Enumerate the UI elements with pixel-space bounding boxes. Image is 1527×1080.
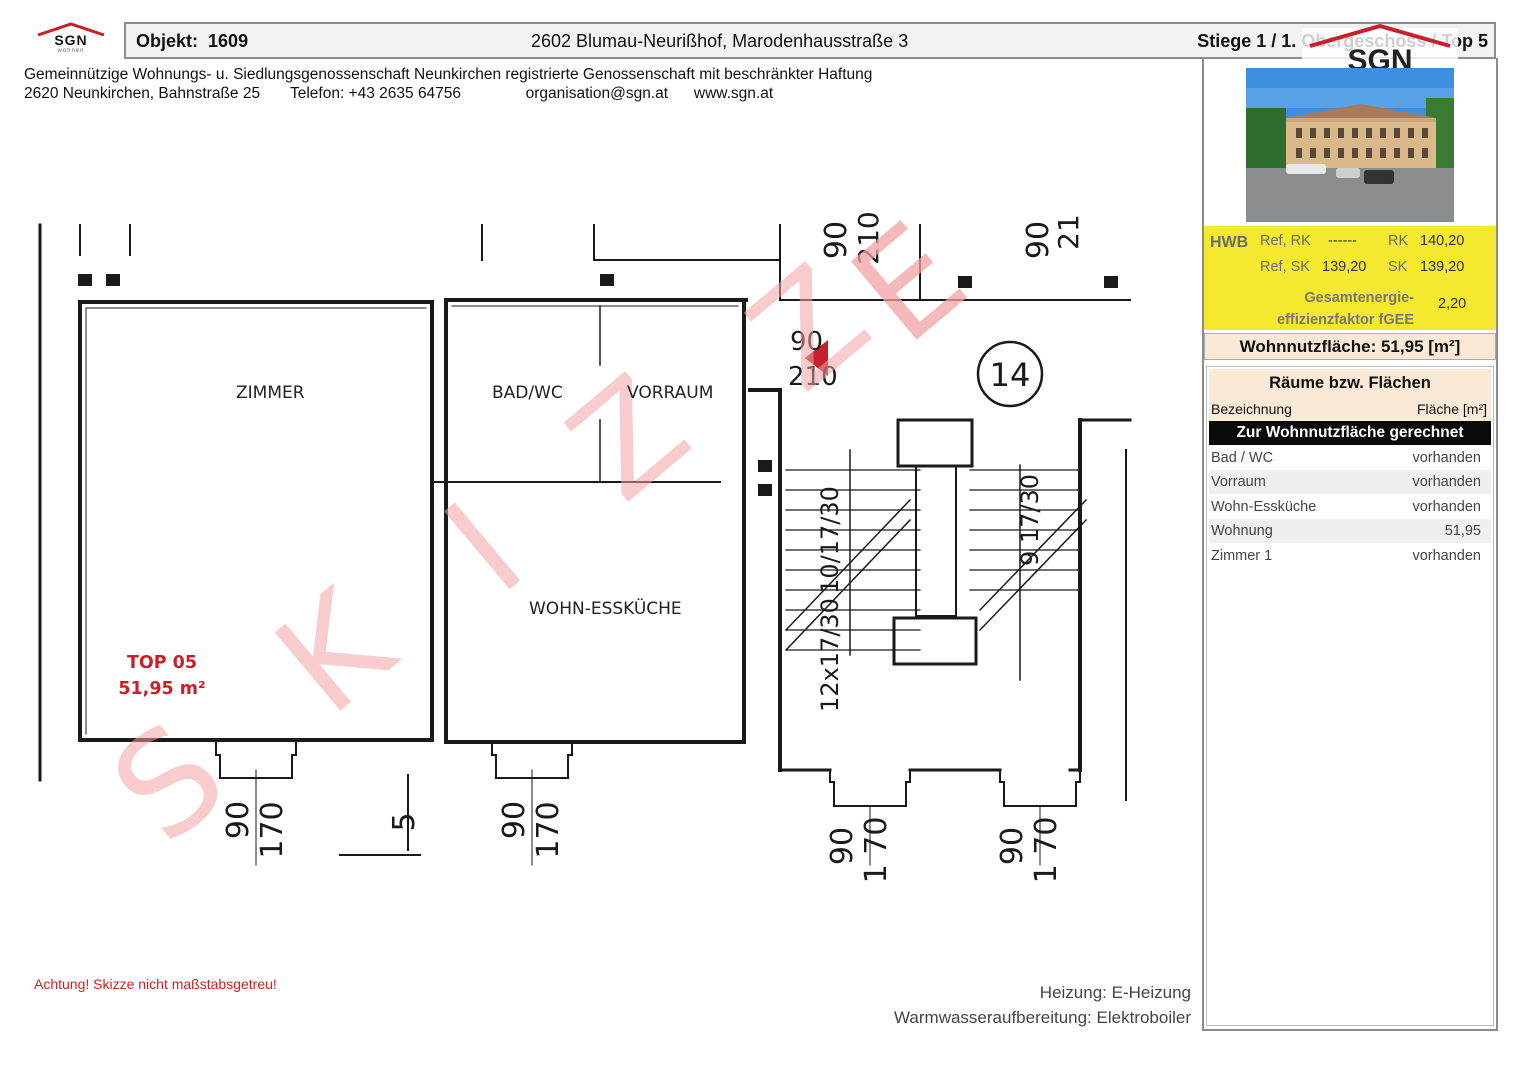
address: 2602 Blumau-Neurißhof, Marodenhausstraße… xyxy=(531,31,909,51)
rooms-table: Räume bzw. Flächen Bezeichnung Fläche [m… xyxy=(1206,366,1494,1026)
floor-plan-drawing: 14 90 210 90 21 90 210 10/17/30 12x17/30… xyxy=(38,193,1132,884)
label-zimmer: ZIMMER xyxy=(236,383,305,403)
room-value: vorhanden xyxy=(1412,474,1481,490)
fgee-value: 2,20 xyxy=(1438,296,1467,312)
scale-warning: Achtung! Skizze nicht maßstabsgetreu! xyxy=(34,976,277,992)
fgee-label-2: effizienzfaktor fGEE xyxy=(1277,312,1414,328)
rooms-header: Räume bzw. Flächen Bezeichnung Fläche [m… xyxy=(1209,369,1491,423)
hwb-label: HWB xyxy=(1210,234,1249,251)
table-row: Wohnung 51,95 xyxy=(1209,519,1491,543)
stair-left-2: 12x17/30 xyxy=(816,598,844,712)
label-top: TOP 05 xyxy=(126,653,198,673)
warmwater-info: Warmwasseraufbereitung: Elektroboiler xyxy=(894,1008,1191,1027)
room-value: 51,95 xyxy=(1444,523,1481,539)
room-name: Zimmer 1 xyxy=(1211,548,1273,564)
label-wohn: WOHN-ESSKÜCHE xyxy=(529,599,682,619)
floor-plan: 14 90 210 90 21 90 210 10/17/30 12x17/30… xyxy=(20,193,1140,890)
dim-win4-170: 1 70 xyxy=(1029,817,1064,884)
dim-win3-90: 90 xyxy=(825,827,860,865)
svg-text:Z: Z xyxy=(540,345,718,532)
room-name: Wohnung xyxy=(1211,523,1273,539)
stair-number: 14 xyxy=(990,356,1031,394)
building-photo xyxy=(1246,68,1454,222)
skizze-watermark: S K I Z Z E xyxy=(83,193,996,875)
objekt-label: Objekt: 1609 xyxy=(136,31,249,51)
fgee-label-1: Gesamtenergie- xyxy=(1304,290,1414,306)
col-flaeche: Fläche [m²] xyxy=(1416,401,1487,417)
label-vorraum: VORRAUM xyxy=(627,383,714,403)
table-row: Vorraum vorhanden xyxy=(1209,470,1491,494)
dim-win3-170: 1 70 xyxy=(859,817,894,884)
room-value: vorhanden xyxy=(1412,499,1481,515)
objekt-number: 1609 xyxy=(208,31,249,51)
room-name: Vorraum xyxy=(1211,474,1266,490)
ref-rk-label: Ref, RK xyxy=(1260,233,1311,249)
sk-value: 139,20 xyxy=(1420,259,1465,275)
rk-label: RK xyxy=(1388,233,1409,249)
coop-name: Gemeinnützige Wohnungs- u. Siedlungsgeno… xyxy=(24,66,873,83)
svg-text:K: K xyxy=(247,560,425,746)
sgn-logo-small: SGN wohnen xyxy=(36,22,106,58)
dim-win4-90: 90 xyxy=(995,827,1030,865)
table-row: Bad / WC vorhanden xyxy=(1209,446,1491,470)
stair-right: 9 17/30 xyxy=(1016,474,1044,566)
dim-top-21: 21 xyxy=(1052,214,1085,250)
room-name: Bad / WC xyxy=(1211,450,1274,466)
label-bad: BAD/WC xyxy=(492,383,563,403)
rooms-section-bar: Zur Wohnnutzfläche gerechnet xyxy=(1209,421,1491,445)
header-bar: Objekt: 1609 2602 Blumau-Neurißhof, Maro… xyxy=(124,22,1496,59)
stair-left-1: 10/17/30 xyxy=(816,486,844,594)
ref-sk-value: 139,20 xyxy=(1322,259,1367,275)
sk-label: SK xyxy=(1388,259,1408,275)
ref-sk-label: Ref, SK xyxy=(1260,259,1310,275)
room-name: Wohn-Essküche xyxy=(1211,499,1317,515)
wohnnutzflaeche: Wohnnutzfläche: 51,95 [m²] xyxy=(1204,333,1496,360)
dim-win1-170: 170 xyxy=(255,801,290,858)
dim-top-90b: 90 xyxy=(1021,221,1056,259)
room-value: vorhanden xyxy=(1412,450,1481,466)
heating-info: Heizung: E-Heizung xyxy=(1039,983,1191,1002)
dim-5: 5 xyxy=(387,812,422,831)
dim-win2-90: 90 xyxy=(497,801,532,839)
col-bezeichnung: Bezeichnung xyxy=(1211,401,1292,417)
svg-text:S: S xyxy=(83,693,256,875)
logo-small-sub: wohnen xyxy=(57,48,85,54)
ref-rk-value: ------ xyxy=(1328,233,1357,249)
label-area: 51,95 m² xyxy=(118,679,206,699)
table-row: Zimmer 1 vorhanden xyxy=(1209,544,1491,568)
rooms-title: Räume bzw. Flächen xyxy=(1269,374,1431,392)
rk-value: 140,20 xyxy=(1420,233,1465,249)
room-value: vorhanden xyxy=(1412,548,1481,564)
energy-block: HWB Ref, RK ------ RK 140,20 Ref, SK 139… xyxy=(1204,226,1496,330)
table-row: Wohn-Essküche vorhanden xyxy=(1209,495,1491,519)
logo-small-text: SGN xyxy=(54,32,88,48)
coop-contact: 2620 Neunkirchen, Bahnstraße 25 Telefon:… xyxy=(24,85,774,102)
dim-win2-170: 170 xyxy=(531,801,566,858)
